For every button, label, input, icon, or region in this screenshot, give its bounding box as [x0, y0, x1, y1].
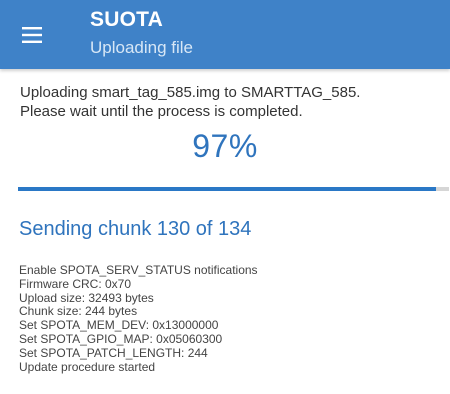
log-entry: Set SPOTA_PATCH_LENGTH: 244: [19, 345, 208, 360]
log-entry: Set SPOTA_GPIO_MAP: 0x05060300: [19, 331, 223, 346]
log-list: Enable SPOTA_SERV_STATUS notifications Fi…: [19, 263, 258, 374]
app-title: SUOTA: [90, 8, 163, 31]
log-entry: Set SPOTA_MEM_DEV: 0x13000000: [19, 318, 219, 333]
log-entry: Chunk size: 244 bytes: [19, 304, 138, 319]
app-bar: SUOTA Uploading file: [0, 0, 450, 69]
progress-percent: 97%: [192, 128, 258, 164]
chunk-status: Sending chunk 130 of 134: [19, 218, 252, 240]
log-entry: Enable SPOTA_SERV_STATUS notifications: [19, 263, 258, 277]
suota-screen: SUOTA Uploading file Uploading smart_tag…: [0, 0, 450, 394]
log-entry: Firmware CRC: 0x70: [19, 276, 132, 291]
hamburger-menu-icon[interactable]: [18, 24, 46, 46]
upload-message-line: Uploading smart_tag_585.img to SMARTTAG_…: [20, 84, 361, 101]
app-subtitle: Uploading file: [90, 38, 194, 57]
progress-bar-fill: [18, 187, 437, 191]
upload-message: Uploading smart_tag_585.img to SMARTTAG_…: [20, 83, 440, 121]
log-entry: Update procedure started: [19, 359, 156, 374]
progress-bar: [18, 187, 449, 191]
log-entry: Upload size: 32493 bytes: [19, 290, 154, 305]
upload-message-line: Please wait until the process is complet…: [20, 103, 303, 120]
